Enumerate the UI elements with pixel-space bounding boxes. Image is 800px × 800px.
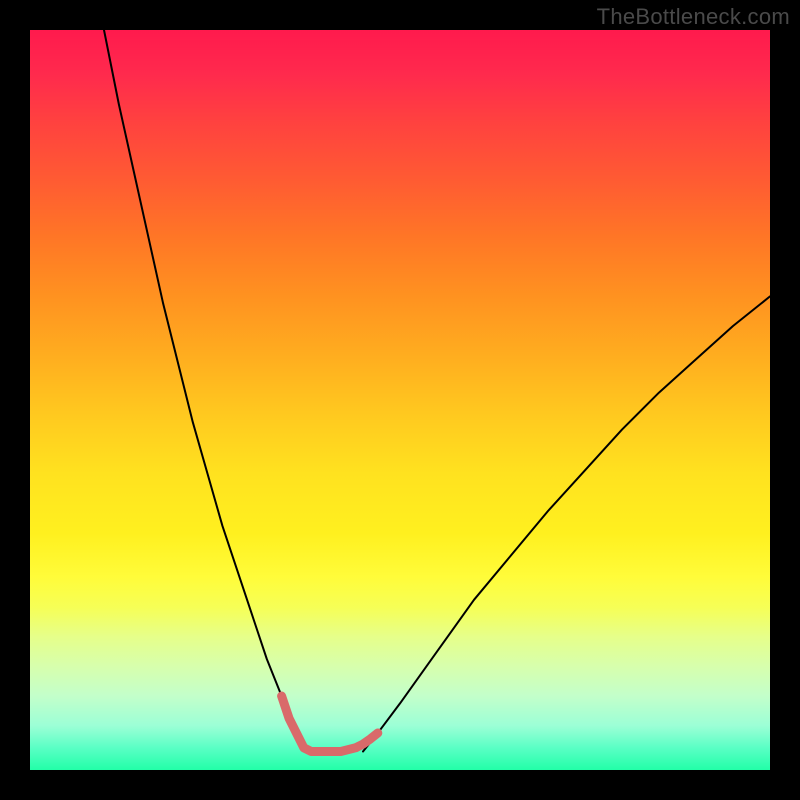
watermark-text: TheBottleneck.com	[597, 4, 790, 30]
chart-frame: TheBottleneck.com	[0, 0, 800, 800]
plot-area	[30, 30, 770, 770]
series-right-branch	[363, 296, 770, 751]
series-highlight-segment	[282, 696, 378, 752]
series-left-branch	[104, 30, 304, 752]
curve-overlay	[30, 30, 770, 770]
